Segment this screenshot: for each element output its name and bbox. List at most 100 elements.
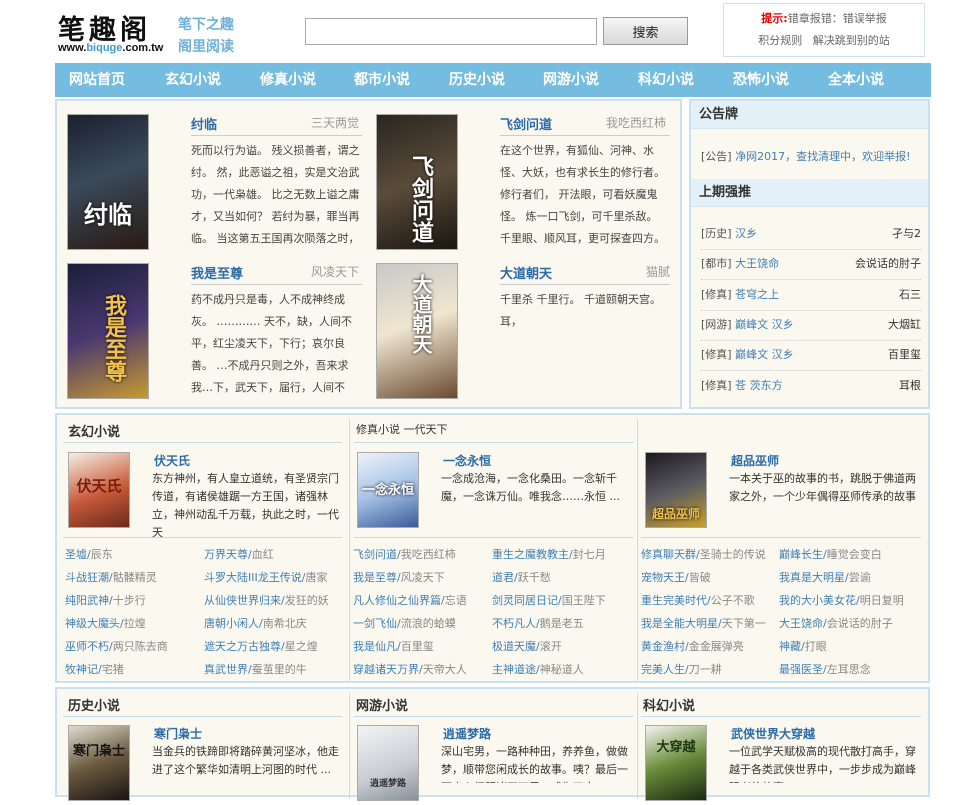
featured-cover[interactable]: 一念永恒	[357, 452, 419, 528]
author-link[interactable]: 风凌天下	[401, 571, 445, 584]
author-link[interactable]: 两只陈去商	[113, 640, 168, 653]
author-link[interactable]: 国王陛下	[562, 594, 606, 607]
rank-author[interactable]: 大烟缸	[888, 317, 921, 333]
list-item[interactable]: 凡人修仙之仙界篇/忘语	[353, 592, 467, 608]
book-cover[interactable]: 纣临	[67, 114, 149, 250]
list-item[interactable]: 穿越诸天万界/天帝大人	[353, 661, 467, 677]
list-item[interactable]: 主神道途/神秘道人	[492, 661, 584, 677]
search-input[interactable]	[305, 18, 597, 45]
book-link[interactable]: 神级大魔头	[65, 617, 120, 630]
author-link[interactable]: 辰东	[91, 548, 113, 561]
author-link[interactable]: 公子不歌	[711, 594, 755, 607]
book-link[interactable]: 宠物天王	[641, 571, 685, 584]
book-link[interactable]: 巅峰长生	[779, 548, 823, 561]
book-link[interactable]: 大王饶命	[779, 617, 823, 630]
list-item[interactable]: 一剑飞仙/流浪的蛤蟆	[353, 615, 456, 631]
author-link[interactable]: 睡觉会变白	[827, 548, 882, 561]
book-link[interactable]: 我是仙凡	[353, 640, 397, 653]
redirect-fix-link[interactable]: 解决跳到别的站	[813, 34, 890, 47]
list-item[interactable]: 黄金渔村/金金展弹亮	[641, 638, 744, 654]
featured-title[interactable]: 寒门枭士	[154, 725, 202, 742]
rank-book[interactable]: 苍 茨东方	[735, 379, 783, 392]
book-link[interactable]: 唐朝小闲人	[204, 617, 259, 630]
list-item[interactable]: 极道天魔/滚开	[492, 638, 562, 654]
author-link[interactable]: 跃千愁	[518, 571, 551, 584]
search-button[interactable]: 搜索	[603, 17, 688, 45]
list-item[interactable]: 纯阳武神/十步行	[65, 592, 146, 608]
nav-item-lishi[interactable]: 历史小说	[449, 63, 505, 97]
author-link[interactable]: 左耳思念	[827, 663, 871, 676]
list-item[interactable]: 我的大小美女花/明日复明	[779, 592, 904, 608]
book-title[interactable]: 我是至尊	[191, 263, 243, 282]
book-link[interactable]: 道君	[492, 571, 514, 584]
featured-cover[interactable]: 寒门枭士	[68, 725, 130, 801]
list-item[interactable]: 完美人生/刀一耕	[641, 661, 722, 677]
author-link[interactable]: 封七月	[573, 548, 606, 561]
list-item[interactable]: 神级大魔头/拉煌	[65, 615, 146, 631]
rank-author[interactable]: 石三	[899, 287, 921, 303]
category-title[interactable]: 修真小说 一代天下	[356, 421, 448, 437]
featured-cover[interactable]: 超品巫师	[645, 452, 707, 528]
book-link[interactable]: 斗罗大陆III龙王传说	[204, 571, 302, 584]
author-link[interactable]: 滚开	[540, 640, 562, 653]
book-link[interactable]: 完美人生	[641, 663, 685, 676]
list-item[interactable]: 道君/跃千愁	[492, 569, 551, 585]
author-link[interactable]: 鹅是老五	[540, 617, 584, 630]
list-item[interactable]: 斗罗大陆III龙王传说/唐家	[204, 569, 327, 585]
list-item[interactable]: 圣墟/辰东	[65, 546, 113, 562]
notice-text[interactable]: 净网2017，查找清理中，欢迎举报!	[735, 150, 910, 163]
list-item[interactable]: 真武世界/蚕茧里的牛	[204, 661, 307, 677]
rank-author[interactable]: 百里玺	[888, 347, 921, 363]
author-link[interactable]: 天下第一	[722, 617, 766, 630]
category-title[interactable]: 历史小说	[68, 695, 120, 714]
rank-book[interactable]: 汉乡	[735, 227, 757, 240]
list-item[interactable]: 修真聊天群/圣骑士的传说	[641, 546, 766, 562]
author-link[interactable]: 血红	[252, 548, 274, 561]
list-item[interactable]: 我是至尊/风凌天下	[353, 569, 445, 585]
author-link[interactable]: 打眼	[805, 640, 827, 653]
book-link[interactable]: 我真是大明星	[779, 571, 845, 584]
author-link[interactable]: 十步行	[113, 594, 146, 607]
author-link[interactable]: 拉煌	[124, 617, 146, 630]
book-link[interactable]: 巫师不朽	[65, 640, 109, 653]
author-link[interactable]: 南希北庆	[263, 617, 307, 630]
book-link[interactable]: 飞剑问道	[353, 548, 397, 561]
book-cover[interactable]: 飞剑问道	[376, 114, 458, 250]
book-link[interactable]: 纯阳武神	[65, 594, 109, 607]
list-item[interactable]: 我真是大明星/尝谕	[779, 569, 871, 585]
list-item[interactable]: 大王饶命/会说话的肘子	[779, 615, 893, 631]
book-link[interactable]: 黄金渔村	[641, 640, 685, 653]
book-link[interactable]: 重生之魔教教主	[492, 548, 569, 561]
list-item[interactable]: 不朽凡人/鹅是老五	[492, 615, 584, 631]
nav-item-quanben[interactable]: 全本小说	[828, 63, 884, 97]
book-link[interactable]: 修真聊天群	[641, 548, 696, 561]
book-link[interactable]: 从仙侠世界归来	[204, 594, 281, 607]
nav-item-kongbu[interactable]: 恐怖小说	[733, 63, 789, 97]
points-rules-link[interactable]: 积分规则	[758, 34, 802, 47]
book-link[interactable]: 一剑飞仙	[353, 617, 397, 630]
book-link[interactable]: 我是全能大明星	[641, 617, 718, 630]
book-link[interactable]: 真武世界	[204, 663, 248, 676]
rank-book[interactable]: 大王饶命	[735, 257, 779, 270]
book-link[interactable]: 重生完美时代	[641, 594, 707, 607]
list-item[interactable]: 巫师不朽/两只陈去商	[65, 638, 168, 654]
author-link[interactable]: 骷髅精灵	[113, 571, 157, 584]
author-link[interactable]: 神秘道人	[540, 663, 584, 676]
author-link[interactable]: 刀一耕	[689, 663, 722, 676]
rank-author[interactable]: 孑与2	[892, 226, 921, 242]
rank-author[interactable]: 会说话的肘子	[855, 256, 921, 272]
book-link[interactable]: 剑灵同居日记	[492, 594, 558, 607]
book-author[interactable]: 三天两觉	[311, 114, 359, 131]
book-link[interactable]: 遮天之万古独尊	[204, 640, 281, 653]
featured-cover[interactable]: 伏天氏	[68, 452, 130, 528]
list-item[interactable]: 重生之魔教教主/封七月	[492, 546, 606, 562]
list-item[interactable]: 神藏/打眼	[779, 638, 827, 654]
list-item[interactable]: 重生完美时代/公子不歌	[641, 592, 755, 608]
book-title[interactable]: 大道朝天	[500, 263, 552, 282]
book-cover[interactable]: 大道朝天	[376, 263, 458, 399]
list-item[interactable]: 我是全能大明星/天下第一	[641, 615, 766, 631]
book-link[interactable]: 我的大小美女花	[779, 594, 856, 607]
nav-item-xiuzhen[interactable]: 修真小说	[260, 63, 316, 97]
list-item[interactable]: 万界天尊/血红	[204, 546, 274, 562]
book-link[interactable]: 最强医圣	[779, 663, 823, 676]
